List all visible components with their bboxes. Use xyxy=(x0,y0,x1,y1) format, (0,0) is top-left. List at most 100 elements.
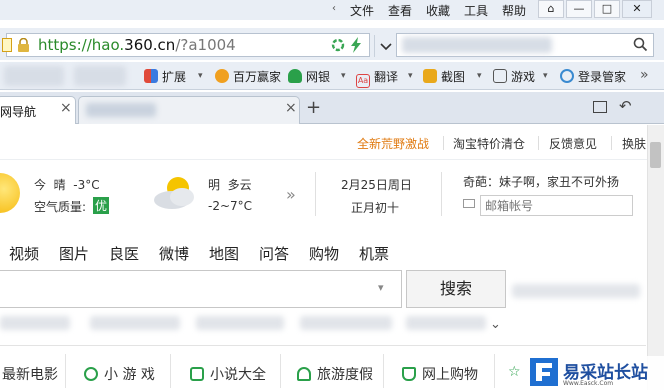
toolbar-dropdown-icon[interactable]: ▾ xyxy=(543,71,548,81)
weather-tomorrow-temp: -2~7°C xyxy=(208,199,253,213)
star-icon[interactable]: ☆ xyxy=(508,364,521,380)
divider xyxy=(538,136,539,150)
divider xyxy=(65,354,66,388)
watermark: 易采站长站 Www.Easck.Com xyxy=(528,356,664,390)
quicklink-label: 小说大全 xyxy=(210,367,266,383)
tab-video[interactable]: 视频 xyxy=(9,243,39,264)
tab-flights[interactable]: 机票 xyxy=(359,243,389,264)
air-quality-label: 空气质量: xyxy=(34,200,87,214)
site-blur xyxy=(90,316,180,330)
url-text[interactable]: https://hao.360.cn/?a1004 xyxy=(38,36,236,54)
quicklink-label: 旅游度假 xyxy=(317,367,373,383)
divider xyxy=(611,136,612,150)
hotword-blur xyxy=(512,284,640,298)
tab-inactive-blur xyxy=(86,103,156,117)
toolbar-dropdown-icon[interactable]: ▾ xyxy=(408,71,413,81)
toolbar-translate[interactable]: Aa 翻译 xyxy=(356,68,398,88)
undo-close-icon[interactable]: ↶ xyxy=(619,97,632,115)
toolbar-more-icon[interactable]: » xyxy=(640,67,649,83)
toolbar-label: 翻译 xyxy=(374,70,399,84)
menu-view[interactable]: 查看 xyxy=(388,2,412,19)
toolbar-games[interactable]: 游戏 xyxy=(493,68,535,85)
menu-tools[interactable]: 工具 xyxy=(464,2,488,19)
toolbar-label: 网银 xyxy=(306,70,331,84)
scrollbar-thumb[interactable] xyxy=(650,142,661,168)
mail-account-input[interactable] xyxy=(480,195,633,216)
tab-list-icon[interactable] xyxy=(593,101,607,113)
watermark-subtext: Www.Easck.Com xyxy=(563,380,614,387)
tab-doctor[interactable]: 良医 xyxy=(109,243,139,264)
tab-weibo[interactable]: 微博 xyxy=(159,243,189,264)
gamepad-icon xyxy=(493,69,507,83)
menu-file[interactable]: 文件 xyxy=(350,2,374,19)
link-taobao[interactable]: 淘宝特价清仓 xyxy=(453,135,525,152)
minimize-button[interactable]: — xyxy=(566,0,592,18)
scissors-icon xyxy=(423,69,437,83)
weather-more-icon[interactable]: » xyxy=(286,185,296,204)
link-feedback[interactable]: 反馈意见 xyxy=(549,135,597,152)
divider xyxy=(315,172,316,216)
tab-map[interactable]: 地图 xyxy=(209,243,239,264)
maximize-button[interactable]: □ xyxy=(594,0,620,18)
tab-close-icon-2[interactable]: × xyxy=(285,100,297,116)
tab-close-icon[interactable]: × xyxy=(60,100,72,116)
menu-arrow-icon[interactable]: ‹ xyxy=(332,3,336,14)
chevron-down-icon xyxy=(380,43,392,51)
search-icon[interactable] xyxy=(633,37,648,55)
menu-help[interactable]: 帮助 xyxy=(502,2,526,19)
translate-icon: Aa xyxy=(356,74,370,88)
quicklink-travel[interactable]: 旅游度假 xyxy=(297,364,373,384)
tab-qa[interactable]: 问答 xyxy=(259,243,289,264)
link-skin[interactable]: 换肤 xyxy=(622,135,646,152)
tab-shopping[interactable]: 购物 xyxy=(309,243,339,264)
main-search-input[interactable] xyxy=(0,270,402,308)
toolbar-login-manager[interactable]: 登录管家 xyxy=(560,68,626,85)
weather-tomorrow[interactable]: 明 多云 xyxy=(208,176,252,193)
address-dropdown[interactable] xyxy=(374,35,396,57)
menu-favorites[interactable]: 收藏 xyxy=(426,2,450,19)
refresh-icon[interactable] xyxy=(331,38,345,55)
divider xyxy=(0,345,646,346)
toolbar-bank[interactable]: 网银 xyxy=(288,68,330,85)
quicklink-novels[interactable]: 小说大全 xyxy=(190,364,266,384)
expand-sites-icon[interactable]: ⌄ xyxy=(490,317,501,332)
skin-button[interactable]: ⌂ xyxy=(538,0,564,18)
date-lunar: 正月初十 xyxy=(351,201,400,215)
cloudy-icon xyxy=(150,174,200,217)
user-blur xyxy=(4,66,64,86)
toolbar-dropdown-icon[interactable]: ▾ xyxy=(198,71,203,81)
toolbar-screenshot[interactable]: 截图 xyxy=(423,68,465,85)
tab-images[interactable]: 图片 xyxy=(59,243,89,264)
quicklink-games[interactable]: 小 游 戏 xyxy=(84,364,155,384)
divider xyxy=(280,354,281,388)
url-prefix: https://hao. xyxy=(38,36,125,54)
key-icon xyxy=(560,69,574,83)
watermark-logo xyxy=(530,358,558,386)
weather-today[interactable]: 今 晴 -3°C xyxy=(34,176,100,193)
toolbar-million-winner[interactable]: 百万赢家 xyxy=(215,68,281,85)
site-blur xyxy=(406,316,486,330)
search-button[interactable]: 搜索 xyxy=(406,270,506,308)
extensions-icon xyxy=(144,69,158,83)
lock-icon xyxy=(17,37,30,55)
toolbar-label: 扩展 xyxy=(162,70,187,84)
tab-active-title: 网导航 xyxy=(0,105,37,119)
book-icon xyxy=(190,367,204,381)
toolbar-extensions[interactable]: 扩展 xyxy=(144,68,186,85)
topic-headline[interactable]: 奇葩：妹子啊，家丑不可外扬 xyxy=(463,173,619,190)
toolbar-dropdown-icon[interactable]: ▾ xyxy=(477,71,482,81)
divider xyxy=(494,354,495,388)
quicklink-shopping[interactable]: 网上购物 xyxy=(402,364,478,384)
mail-icon xyxy=(463,199,475,208)
air-quality-badge: 优 xyxy=(93,197,110,214)
speed-mode-icon[interactable] xyxy=(350,37,362,56)
coin-icon xyxy=(215,69,229,83)
quicklink-movies[interactable]: 最新电影 xyxy=(2,364,58,384)
new-tab-button[interactable]: + xyxy=(306,97,321,118)
link-wilderness[interactable]: 全新荒野激战 xyxy=(357,135,429,152)
travel-icon xyxy=(297,367,311,381)
close-window-button[interactable]: ✕ xyxy=(622,0,652,18)
search-dropdown-icon[interactable]: ▾ xyxy=(378,281,384,294)
toolbar-dropdown-icon[interactable]: ▾ xyxy=(341,71,346,81)
site-blur xyxy=(196,316,284,330)
